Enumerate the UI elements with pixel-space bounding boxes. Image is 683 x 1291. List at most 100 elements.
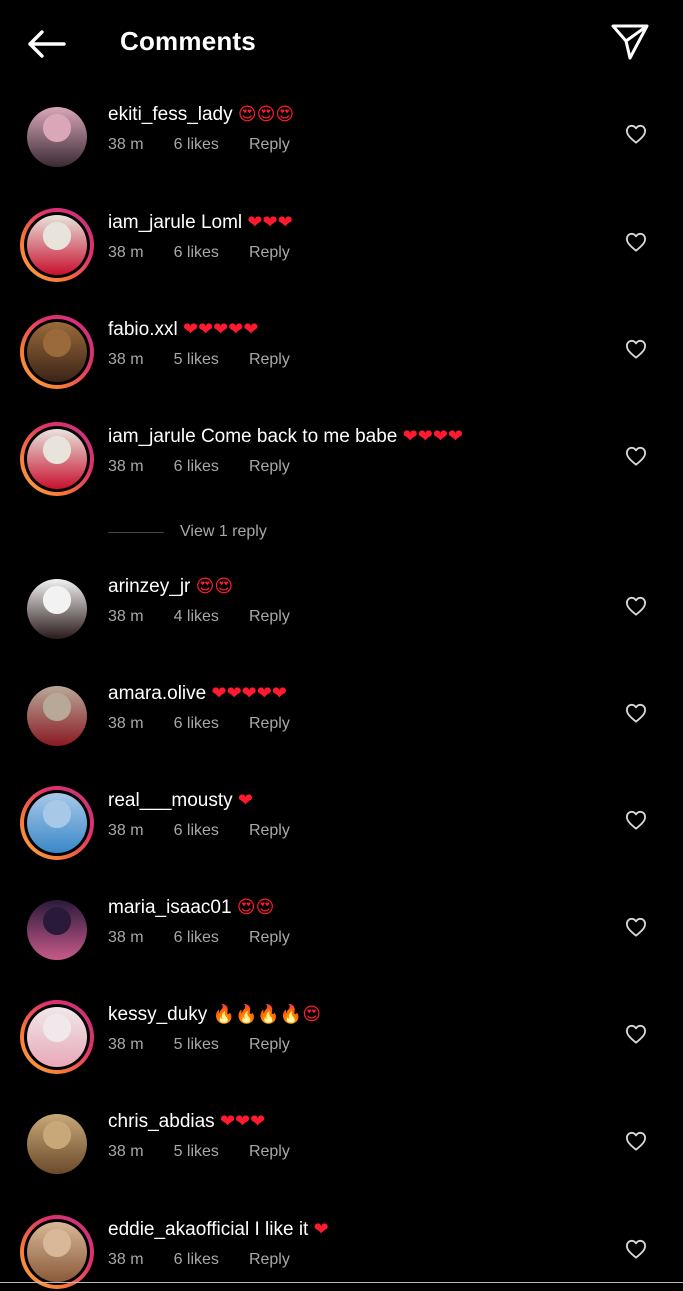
heart-outline-icon [626, 124, 646, 144]
comment-emojis: 🔥🔥🔥🔥😍 [212, 1004, 321, 1025]
heart-outline-icon [626, 703, 646, 723]
comment-time: 38 m [108, 458, 144, 475]
bottom-divider [0, 1282, 683, 1283]
like-comment-button[interactable] [620, 804, 652, 836]
avatar-story-ring[interactable] [20, 786, 94, 860]
divider-line [108, 531, 164, 533]
like-comment-button[interactable] [620, 440, 652, 472]
comment-emojis: ❤❤❤❤❤ [211, 683, 287, 704]
heart-outline-icon [626, 917, 646, 937]
avatar-ring-gap [24, 1004, 90, 1070]
avatar-story-ring[interactable] [20, 1000, 94, 1074]
comment-row: maria_isaac01 😍😍 38 m 6 likes Reply [0, 880, 683, 980]
comment-text: chris_abdias ❤❤❤ [108, 1111, 265, 1133]
back-button[interactable] [22, 22, 70, 66]
comment-text: fabio.xxl ❤❤❤❤❤ [108, 319, 258, 341]
comment-message: Loml [200, 212, 243, 233]
avatar-container[interactable] [20, 679, 94, 753]
comment-meta: 38 m 4 likes Reply [108, 608, 320, 626]
comment-likes[interactable]: 6 likes [174, 458, 219, 475]
comment-meta: 38 m 5 likes Reply [108, 1143, 320, 1161]
reply-button[interactable]: Reply [249, 458, 290, 475]
heart-outline-icon [626, 596, 646, 616]
comment-likes[interactable]: 6 likes [174, 136, 219, 153]
reply-button[interactable]: Reply [249, 1143, 290, 1160]
comment-time: 38 m [108, 351, 144, 368]
avatar [27, 1007, 87, 1067]
reply-button[interactable]: Reply [249, 1036, 290, 1053]
comment-text: arinzey_jr 😍😍 [108, 576, 233, 598]
view-replies-button[interactable]: View 1 reply [108, 520, 267, 544]
comment-likes[interactable]: 6 likes [174, 715, 219, 732]
like-comment-button[interactable] [620, 226, 652, 258]
comment-meta: 38 m 6 likes Reply [108, 458, 320, 476]
share-button[interactable] [606, 18, 654, 66]
reply-button[interactable]: Reply [249, 136, 290, 153]
avatar-container[interactable] [20, 100, 94, 174]
comment-meta: 38 m 6 likes Reply [108, 715, 320, 733]
avatar-container[interactable] [20, 893, 94, 967]
comment-username[interactable]: arinzey_jr [108, 576, 190, 597]
comment-likes[interactable]: 4 likes [174, 608, 219, 625]
comment-username[interactable]: eddie_akaofficial [108, 1219, 249, 1240]
heart-outline-icon [626, 1239, 646, 1259]
comment-username[interactable]: amara.olive [108, 683, 206, 704]
comment-meta: 38 m 6 likes Reply [108, 1251, 320, 1269]
reply-button[interactable]: Reply [249, 822, 290, 839]
avatar [27, 429, 87, 489]
avatar-container[interactable] [20, 1107, 94, 1181]
comment-emojis: 😍😍 [236, 897, 275, 918]
comment-meta: 38 m 6 likes Reply [108, 822, 320, 840]
comment-emojis: 😍😍😍 [237, 104, 295, 125]
reply-button[interactable]: Reply [249, 608, 290, 625]
avatar [27, 215, 87, 275]
comment-likes[interactable]: 6 likes [174, 822, 219, 839]
avatar-story-ring[interactable] [20, 422, 94, 496]
comment-username[interactable]: chris_abdias [108, 1111, 215, 1132]
comment-text: iam_jarule Come back to me babe ❤❤❤❤ [108, 426, 463, 448]
comment-row: kessy_duky 🔥🔥🔥🔥😍 38 m 5 likes Reply [0, 987, 683, 1087]
comment-likes[interactable]: 5 likes [174, 351, 219, 368]
like-comment-button[interactable] [620, 697, 652, 729]
avatar [27, 1114, 87, 1174]
comment-message: I like it [254, 1219, 309, 1240]
avatar [27, 1222, 87, 1282]
comment-likes[interactable]: 5 likes [174, 1143, 219, 1160]
comment-row: amara.olive ❤❤❤❤❤ 38 m 6 likes Reply [0, 666, 683, 766]
reply-button[interactable]: Reply [249, 715, 290, 732]
comment-likes[interactable]: 6 likes [174, 1251, 219, 1268]
avatar-container[interactable] [20, 572, 94, 646]
comment-username[interactable]: kessy_duky [108, 1004, 207, 1025]
comment-emojis: ❤❤❤ [219, 1111, 266, 1132]
comment-username[interactable]: iam_jarule [108, 426, 196, 447]
comment-username[interactable]: ekiti_fess_lady [108, 104, 233, 125]
reply-button[interactable]: Reply [249, 244, 290, 261]
comment-likes[interactable]: 6 likes [174, 244, 219, 261]
like-comment-button[interactable] [620, 590, 652, 622]
reply-button[interactable]: Reply [249, 351, 290, 368]
like-comment-button[interactable] [620, 1125, 652, 1157]
avatar-story-ring[interactable] [20, 315, 94, 389]
like-comment-button[interactable] [620, 1018, 652, 1050]
comment-emojis: ❤ [237, 790, 253, 811]
comment-username[interactable]: real___mousty [108, 790, 233, 811]
comment-username[interactable]: maria_isaac01 [108, 897, 232, 918]
like-comment-button[interactable] [620, 911, 652, 943]
arrow-left-icon [28, 30, 66, 58]
comment-emojis: ❤ [313, 1219, 329, 1240]
comment-username[interactable]: fabio.xxl [108, 319, 178, 340]
comment-emojis: ❤❤❤❤❤ [182, 319, 259, 340]
avatar-story-ring[interactable] [20, 1215, 94, 1289]
comment-time: 38 m [108, 136, 144, 153]
comment-username[interactable]: iam_jarule [108, 212, 196, 233]
reply-button[interactable]: Reply [249, 929, 290, 946]
comment-likes[interactable]: 6 likes [174, 929, 219, 946]
reply-button[interactable]: Reply [249, 1251, 290, 1268]
like-comment-button[interactable] [620, 1233, 652, 1265]
like-comment-button[interactable] [620, 118, 652, 150]
like-comment-button[interactable] [620, 333, 652, 365]
comment-meta: 38 m 6 likes Reply [108, 244, 320, 262]
comment-likes[interactable]: 5 likes [174, 1036, 219, 1053]
comment-emojis: ❤❤❤ [247, 212, 293, 233]
avatar-story-ring[interactable] [20, 208, 94, 282]
